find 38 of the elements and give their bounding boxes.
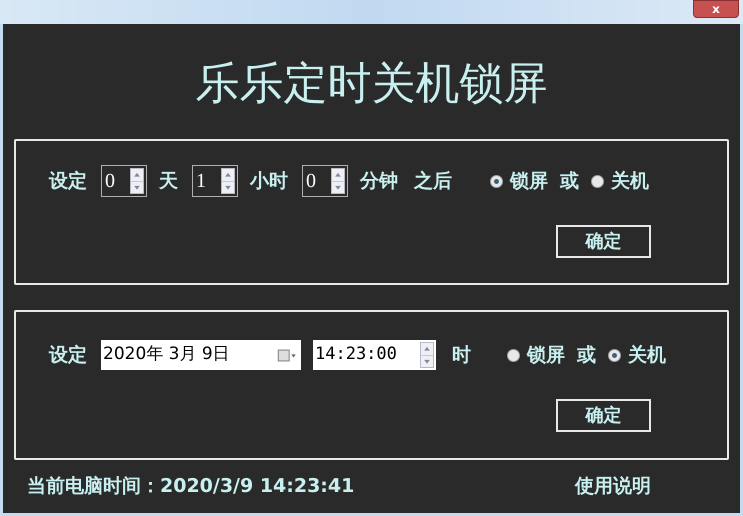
confirm-button[interactable]: 确定 (556, 399, 651, 432)
calendar-icon (277, 348, 297, 362)
radio-label: 关机 (628, 342, 666, 368)
spin-buttons[interactable] (130, 168, 144, 194)
spin-buttons[interactable] (420, 342, 434, 368)
date-picker[interactable]: 2020年 3月 9日 (101, 340, 301, 370)
spinner-value: 0 (306, 169, 316, 194)
radio-label: 锁屏 (527, 342, 565, 368)
number-spinner[interactable]: 0 (101, 165, 147, 197)
set-label: 设定 (49, 168, 87, 194)
spin-buttons[interactable] (331, 168, 345, 194)
time-spinner[interactable]: 14:23:00 (313, 340, 436, 370)
set-label: 设定 (49, 342, 87, 368)
radio-button[interactable] (591, 174, 604, 188)
spin-buttons[interactable] (221, 168, 235, 194)
app-title: 乐乐定时关机锁屏 (194, 58, 548, 110)
date-value: 2020年 3月 9日 (103, 343, 230, 366)
radio-label: 锁屏 (510, 168, 548, 194)
radio-label: 关机 (611, 168, 649, 194)
time-value: 14:23:00 (315, 343, 397, 366)
unit-label: 小时 (250, 168, 288, 194)
hour-label: 时 (452, 342, 471, 368)
radio-button[interactable] (507, 348, 520, 362)
number-spinner[interactable]: 0 (302, 165, 348, 197)
radio-button[interactable] (490, 174, 503, 188)
after-label: 之后 (414, 168, 452, 194)
or-label: 或 (560, 168, 579, 194)
unit-label: 分钟 (360, 168, 398, 194)
or-label: 或 (577, 342, 596, 368)
current-time-text: 当前电脑时间：2020/3/9 14:23:41 (27, 474, 354, 499)
radio-button[interactable] (608, 348, 621, 362)
number-spinner[interactable]: 1 (192, 165, 238, 197)
spinner-value: 1 (196, 169, 206, 194)
close-button[interactable]: x (693, 0, 739, 18)
unit-label: 天 (159, 168, 178, 194)
spinner-value: 0 (105, 169, 115, 194)
confirm-button[interactable]: 确定 (556, 225, 651, 258)
help-link[interactable]: 使用说明 (575, 472, 651, 500)
